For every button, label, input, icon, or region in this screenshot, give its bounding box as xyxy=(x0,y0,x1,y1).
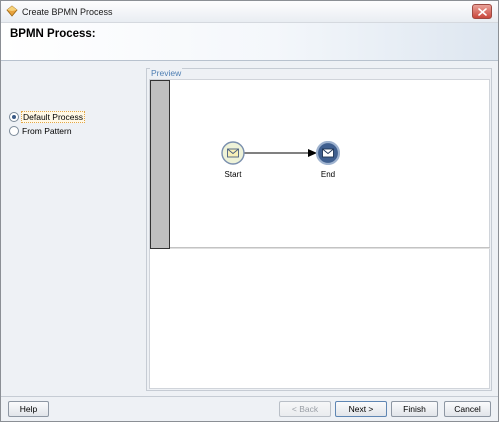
close-button[interactable] xyxy=(472,4,492,19)
options-panel: Default Process From Pattern xyxy=(3,63,143,393)
page-title: BPMN Process: xyxy=(10,28,96,40)
radio-from-pattern[interactable]: From Pattern xyxy=(9,125,73,137)
preview-group: Preview Start End xyxy=(146,68,492,391)
cancel-button[interactable]: Cancel xyxy=(444,401,491,417)
footer-separator xyxy=(1,396,498,397)
envelope-icon xyxy=(227,148,239,158)
close-icon xyxy=(478,8,487,16)
radio-button[interactable] xyxy=(9,126,19,136)
radio-label-default-process: Default Process xyxy=(21,111,85,123)
dialog-window: Create BPMN Process BPMN Process: Defaul… xyxy=(0,0,499,422)
envelope-icon xyxy=(322,148,334,158)
window-title: Create BPMN Process xyxy=(22,7,113,17)
app-icon xyxy=(6,5,18,17)
next-button[interactable]: Next > xyxy=(335,401,387,417)
back-button[interactable]: < Back xyxy=(279,401,331,417)
help-button[interactable]: Help xyxy=(8,401,49,417)
end-event[interactable] xyxy=(316,141,340,165)
start-event[interactable] xyxy=(221,141,245,165)
page-header: BPMN Process: xyxy=(1,23,498,61)
radio-label-from-pattern: From Pattern xyxy=(22,126,72,136)
radio-default-process[interactable]: Default Process xyxy=(9,111,85,123)
title-bar: Create BPMN Process xyxy=(1,1,498,23)
end-event-label: End xyxy=(320,170,336,179)
radio-button-selected[interactable] xyxy=(9,112,19,122)
finish-button[interactable]: Finish xyxy=(391,401,438,417)
start-event-label: Start xyxy=(224,170,242,179)
preview-legend: Preview xyxy=(150,68,183,78)
preview-canvas: Start End xyxy=(149,79,490,389)
